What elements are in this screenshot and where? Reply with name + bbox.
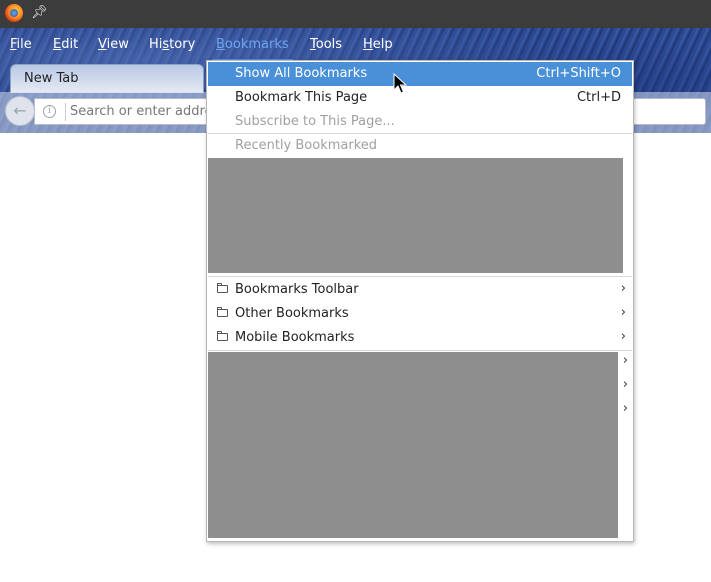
menu-tools-label: ools [315,37,343,52]
submenu-arrow-row[interactable]: › [618,398,632,422]
menu-help-accel: H [363,37,373,52]
chevron-right-icon: › [622,401,628,416]
tab-title: New Tab [24,71,79,86]
other-bookmarks-folder[interactable]: Other Bookmarks › [208,302,632,326]
title-bar: 📌︎ [0,0,711,28]
bookmarks-toolbar-label: Bookmarks Toolbar [235,282,359,297]
bookmark-this-page-item[interactable]: Bookmark This Page Ctrl+D [208,86,632,110]
menu-history-label: tory [169,37,196,52]
menu-tools[interactable]: Tools [310,37,342,52]
menu-help-label: elp [372,37,393,52]
chevron-right-icon: › [622,353,628,368]
show-all-bookmarks-label: Show All Bookmarks [235,66,368,81]
other-bookmarks-label: Other Bookmarks [235,306,349,321]
bookmarks-toolbar-folder[interactable]: Bookmarks Toolbar › [208,278,632,302]
menu-view-accel: V [98,37,107,52]
subscribe-label: Subscribe to This Page... [235,114,395,129]
recently-bookmarked-item: Recently Bookmarked [208,134,632,158]
url-placeholder[interactable]: Search or enter address [70,104,226,119]
menu-history[interactable]: History [149,37,195,52]
menu-file[interactable]: File [10,37,32,52]
menu-edit-label: dit [61,37,79,52]
menu-bookmarks[interactable]: Bookmarks [212,37,293,62]
subscribe-item: Subscribe to This Page... [208,110,632,134]
show-all-bookmarks-item[interactable]: Show All Bookmarks Ctrl+Shift+O [208,62,632,86]
bookmark-items-redacted [208,352,618,538]
menu-help[interactable]: Help [363,37,393,52]
menu-bookmarks-accel: B [216,37,225,52]
chevron-right-icon: › [622,377,628,392]
bookmark-this-page-shortcut: Ctrl+D [576,90,621,105]
bookmark-this-page-label: Bookmark This Page [235,90,368,105]
recently-bookmarked-label: Recently Bookmarked [235,138,378,153]
chevron-right-icon: › [620,281,626,296]
menu-bookmarks-label: ookmarks [224,37,289,52]
bookmarks-menu: Show All Bookmarks Ctrl+Shift+O Bookmark… [206,60,634,542]
menu-separator [208,350,632,351]
menu-file-label: ile [16,37,32,52]
show-all-bookmarks-shortcut: Ctrl+Shift+O [536,66,621,81]
folder-icon [217,283,228,293]
info-icon[interactable]: i [43,105,56,118]
submenu-arrow-row[interactable]: › [618,350,632,374]
pin-icon[interactable]: 📌︎ [31,5,48,20]
submenu-arrow-row[interactable]: › [618,374,632,398]
mouse-pointer-icon [393,73,407,94]
firefox-logo-icon [5,4,23,22]
menu-edit[interactable]: Edit [53,37,78,52]
menu-edit-accel: E [53,37,62,52]
folder-icon [217,331,228,341]
menu-view[interactable]: View [98,37,129,52]
menu-history-pre: Hi [149,37,163,52]
menu-bar: File Edit View History Bookmarks Tools H… [0,28,711,62]
menu-view-label: iew [106,37,129,52]
url-divider [65,103,66,121]
mobile-bookmarks-label: Mobile Bookmarks [235,330,355,345]
chevron-right-icon: › [620,305,626,320]
recent-bookmarks-redacted [208,158,623,273]
mobile-bookmarks-folder[interactable]: Mobile Bookmarks › [208,326,632,350]
folder-icon [217,307,228,317]
chevron-right-icon: › [620,329,626,344]
tab-new-tab[interactable]: New Tab [10,64,204,93]
menu-separator [208,276,632,277]
back-arrow-icon[interactable]: ← [5,96,35,126]
